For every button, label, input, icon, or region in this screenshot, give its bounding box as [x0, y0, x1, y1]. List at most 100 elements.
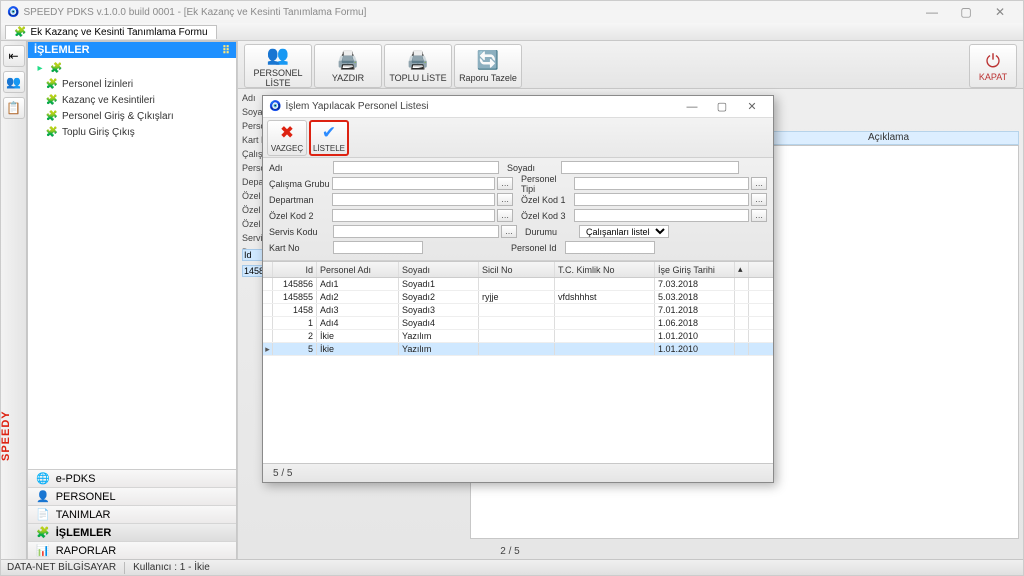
nav-raporlar[interactable]: 📊RAPORLAR	[28, 542, 236, 560]
input-calisma[interactable]	[332, 177, 495, 190]
input-servis[interactable]	[333, 225, 499, 238]
lookup-okod1[interactable]: …	[751, 193, 767, 206]
brand-watermark: SPEEDY	[0, 410, 12, 461]
nav-tanimlar[interactable]: 📄TANIMLAR	[28, 506, 236, 524]
select-durumu[interactable]: Çalışanları listele	[579, 225, 669, 238]
dialog-close[interactable]: ✕	[737, 100, 767, 113]
tree-item-kazanc[interactable]: 🧩Kazanç ve Kesintileri	[32, 92, 232, 108]
lookup-calisma[interactable]: …	[497, 177, 513, 190]
app-window: 🧿 SPEEDY PDKS v.1.0.0 build 0001 - [Ek K…	[0, 0, 1024, 576]
col-tarih[interactable]: İşe Giriş Tarihi	[655, 262, 735, 277]
col-tc[interactable]: T.C. Kimlik No	[555, 262, 655, 277]
document-tab[interactable]: 🧩 Ek Kazanç ve Kesinti Tanımlama Formu	[5, 25, 217, 39]
col-sicil[interactable]: Sicil No	[479, 262, 555, 277]
tree-item-izin[interactable]: 🧩Personel İzinleri	[32, 76, 232, 92]
status-user: Kullanıcı : 1 - İkie	[133, 562, 210, 573]
table-row[interactable]: 1Adı4Soyadı41.06.2018	[263, 317, 773, 330]
dialog-minimize[interactable]: —	[677, 101, 707, 113]
label-servis: Servis Kodu	[269, 227, 331, 237]
col-id[interactable]: Id	[273, 262, 317, 277]
label-okod2: Özel Kod 2	[269, 211, 330, 221]
person-icon: 👤	[36, 490, 50, 503]
tree-node-icon: 🧩	[46, 126, 58, 138]
table-row[interactable]: 145856Adı1Soyadı17.03.2018	[263, 278, 773, 291]
ops-icon: 🧩	[36, 526, 50, 539]
list-icon: 📄	[36, 508, 50, 521]
lookup-servis[interactable]: …	[501, 225, 517, 238]
power-icon: ⏻	[986, 51, 1000, 72]
personnel-dialog: 🧿 İşlem Yapılacak Personel Listesi — ▢ ✕…	[262, 95, 774, 483]
input-kartno[interactable]	[333, 241, 423, 254]
list-button[interactable]: ✔ LİSTELE	[309, 120, 349, 156]
tree-item-giris-cikis[interactable]: 🧩Personel Giriş & Çıkışları	[32, 108, 232, 124]
cancel-button[interactable]: ✖ VAZGEÇ	[267, 120, 307, 156]
printer-icon: 🖨️	[407, 50, 429, 71]
tb-kapat[interactable]: ⏻KAPAT	[969, 44, 1017, 88]
input-okod2[interactable]	[332, 209, 495, 222]
check-icon: ✔	[322, 123, 336, 143]
lookup-ptipi[interactable]: …	[751, 177, 767, 190]
bg-record-count: 2 / 5	[470, 546, 550, 557]
tree-node-icon: 🧩	[46, 94, 58, 106]
lookup-okod2[interactable]: …	[497, 209, 513, 222]
table-row[interactable]: 1458Adı3Soyadı37.01.2018	[263, 304, 773, 317]
side-panel-header: İŞLEMLER ⠿	[28, 42, 236, 58]
side-panel: İŞLEMLER ⠿ ▸ 🧩 🧩Personel İzinleri 🧩Kazan…	[27, 41, 237, 561]
refresh-icon: 🔄	[477, 50, 499, 71]
dock-btn-3[interactable]: 📋	[3, 97, 25, 119]
table-row[interactable]: 145855Adı2Soyadı2ryjjevfdshhhst5.03.2018	[263, 291, 773, 304]
main-toolbar: 👥PERSONEL LİSTE 🖨️YAZDIR 🖨️TOPLU LİSTE 🔄…	[238, 41, 1023, 89]
tree-root-icon: 🧩	[50, 63, 62, 74]
label-durumu: Durumu	[519, 227, 577, 237]
statusbar: DATA-NET BİLGİSAYAR Kullanıcı : 1 - İkie	[1, 559, 1023, 575]
input-ptipi[interactable]	[574, 177, 749, 190]
nav-islemler[interactable]: 🧩İŞLEMLER	[28, 524, 236, 542]
report-icon: 📊	[36, 544, 50, 557]
input-pid[interactable]	[565, 241, 655, 254]
maximize-button[interactable]: ▢	[949, 2, 983, 22]
label-okod3: Özel Kod 3	[515, 211, 572, 221]
grid-scroll-up[interactable]: ▴	[735, 262, 749, 277]
input-adi[interactable]	[333, 161, 499, 174]
tb-yazdir[interactable]: 🖨️YAZDIR	[314, 44, 382, 88]
globe-icon: 🌐	[36, 472, 50, 485]
label-adi: Adı	[269, 163, 331, 173]
lookup-departman[interactable]: …	[497, 193, 513, 206]
input-okod3[interactable]	[574, 209, 749, 222]
input-soyadi[interactable]	[561, 161, 739, 174]
tree-item-toplu[interactable]: 🧩Toplu Giriş Çıkış	[32, 124, 232, 140]
table-row[interactable]: ▸5İkieYazılım1.01.2010	[263, 343, 773, 356]
label-soyadi: Soyadı	[501, 163, 559, 173]
minimize-button[interactable]: —	[915, 2, 949, 22]
label-okod1: Özel Kod 1	[515, 195, 572, 205]
label-departman: Departman	[269, 195, 330, 205]
col-soy[interactable]: Soyadı	[399, 262, 479, 277]
side-panel-menu-icon[interactable]: ⠿	[222, 44, 230, 57]
input-okod1[interactable]	[574, 193, 749, 206]
cancel-x-icon: ✖	[280, 123, 294, 143]
app-title: SPEEDY PDKS v.1.0.0 build 0001 - [Ek Kaz…	[23, 7, 366, 18]
dock-btn-1[interactable]: ⇤	[3, 45, 25, 67]
close-button[interactable]: ✕	[983, 2, 1017, 22]
tb-tazele[interactable]: 🔄Raporu Tazele	[454, 44, 522, 88]
dock-btn-2[interactable]: 👥	[3, 71, 25, 93]
dialog-filter-form: Adı Soyadı Çalışma Grubu … Personel Tipi…	[263, 158, 773, 261]
people-help-icon: 👥	[267, 45, 289, 66]
tb-toplu-liste[interactable]: 🖨️TOPLU LİSTE	[384, 44, 452, 88]
table-row[interactable]: 2İkieYazılım1.01.2010	[263, 330, 773, 343]
dialog-toolbar: ✖ VAZGEÇ ✔ LİSTELE	[263, 118, 773, 158]
col-ad[interactable]: Personel Adı	[317, 262, 399, 277]
tree-root[interactable]: ▸ 🧩	[32, 60, 232, 76]
lookup-okod3[interactable]: …	[751, 209, 767, 222]
doc-tab-icon: 🧩	[14, 27, 26, 38]
label-pid: Personel Id	[505, 243, 563, 253]
label-calisma: Çalışma Grubu	[269, 179, 330, 189]
input-departman[interactable]	[332, 193, 495, 206]
dialog-titlebar: 🧿 İşlem Yapılacak Personel Listesi — ▢ ✕	[263, 96, 773, 118]
tree-node-icon: 🧩	[46, 78, 58, 90]
dialog-status: 5 / 5	[263, 464, 773, 482]
tb-personel-liste[interactable]: 👥PERSONEL LİSTE	[244, 44, 312, 88]
nav-personel[interactable]: 👤PERSONEL	[28, 488, 236, 506]
dialog-maximize[interactable]: ▢	[707, 100, 737, 113]
nav-epdks[interactable]: 🌐e-PDKS	[28, 470, 236, 488]
